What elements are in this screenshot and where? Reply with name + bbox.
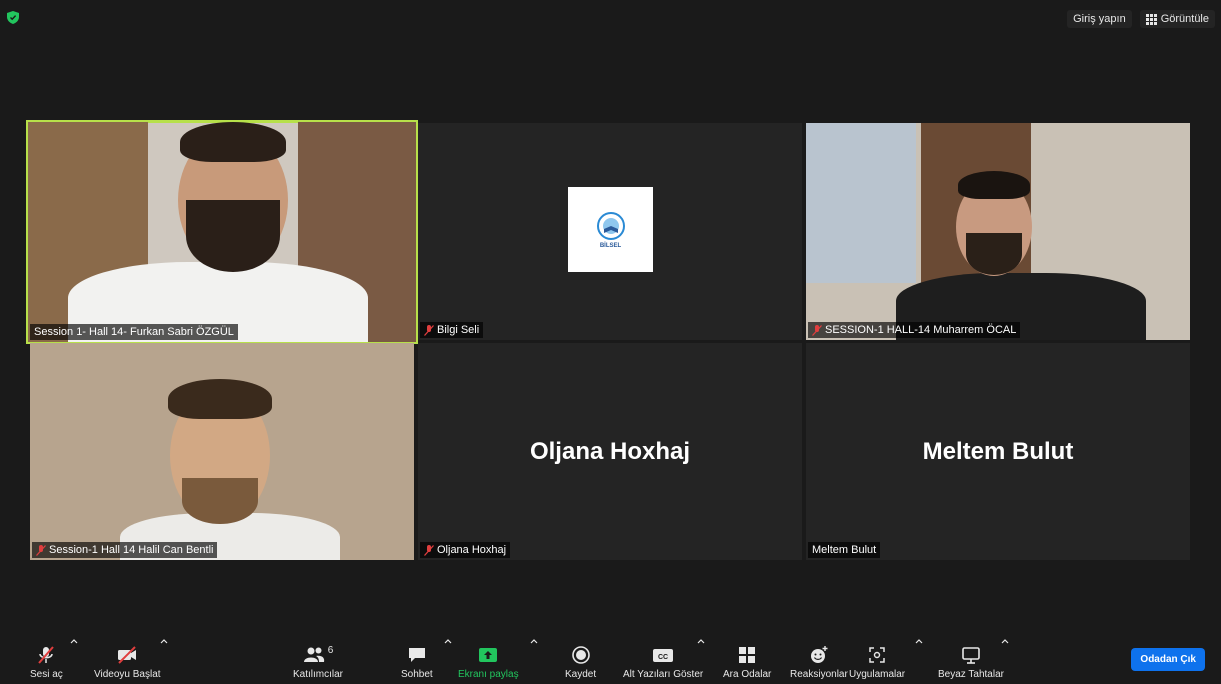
mic-muted-icon <box>424 544 434 556</box>
apps-button[interactable]: Uygulamalar <box>849 645 905 680</box>
mic-muted-icon <box>38 646 55 664</box>
mic-muted-icon <box>36 544 46 556</box>
apps-label: Uygulamalar <box>849 669 906 680</box>
participant-name: Bilgi Seli <box>437 324 480 336</box>
whiteboards-button[interactable]: Beyaz Tahtalar <box>938 645 1004 680</box>
participants-button[interactable]: 6 Katılımcılar <box>293 645 343 680</box>
unmute-button[interactable]: Sesi aç <box>30 645 63 680</box>
apps-options-chevron-icon[interactable] <box>915 638 923 644</box>
participant-name: Session-1 Hall 14 Halil Can Bentli <box>49 544 214 556</box>
participant-name: Oljana Hoxhaj <box>437 544 507 556</box>
signin-button[interactable]: Giriş yapın <box>1067 10 1132 28</box>
share-screen-label: Ekranı paylaş <box>458 669 519 680</box>
leave-meeting-label: Odadan Çık <box>1140 654 1196 665</box>
show-captions-button[interactable]: CC Alt Yazıları Göster <box>623 645 703 680</box>
logo-text: BİLSEL <box>599 242 622 249</box>
participant-display-name: Meltem Bulut <box>922 437 1074 465</box>
participant-name: Meltem Bulut <box>812 544 877 556</box>
signin-label: Giriş yapın <box>1073 13 1126 25</box>
participant-tile-furkan[interactable]: Session 1- Hall 14- Furkan Sabri ÖZGÜL <box>26 120 418 344</box>
meeting-toolbar: Sesi aç Videoyu Başlat 6 Katılımcılar So… <box>0 624 1221 684</box>
captions-options-chevron-icon[interactable] <box>697 638 705 644</box>
apps-icon <box>869 647 885 663</box>
share-screen-button[interactable]: Ekranı paylaş <box>458 645 519 680</box>
svg-text:CC: CC <box>658 654 668 661</box>
participants-count: 6 <box>327 645 334 656</box>
view-button[interactable]: Görüntüle <box>1139 10 1215 28</box>
chat-options-chevron-icon[interactable] <box>444 638 452 644</box>
participant-name-tag: Session 1- Hall 14- Furkan Sabri ÖZGÜL <box>30 324 238 340</box>
smiley-add-icon <box>810 646 828 663</box>
whiteboard-icon <box>962 647 980 664</box>
whiteboard-options-chevron-icon[interactable] <box>1001 638 1009 644</box>
start-video-button[interactable]: Videoyu Başlat <box>94 645 161 680</box>
share-options-chevron-icon[interactable] <box>530 638 538 644</box>
record-button[interactable]: Kaydet <box>565 645 596 680</box>
bilsel-logo: BİLSEL <box>568 187 653 272</box>
participant-name: Session 1- Hall 14- Furkan Sabri ÖZGÜL <box>34 326 234 338</box>
participants-label: Katılımcılar <box>293 669 344 680</box>
chat-label: Sohbet <box>401 669 433 680</box>
participant-tile-meltem[interactable]: Meltem Bulut Meltem Bulut <box>806 343 1190 560</box>
participant-name-tag: Session-1 Hall 14 Halil Can Bentli <box>32 542 218 558</box>
participant-display-name: Oljana Hoxhaj <box>529 437 691 465</box>
mic-muted-icon <box>424 324 434 336</box>
participants-icon <box>303 647 324 662</box>
chat-button[interactable]: Sohbet <box>401 645 433 680</box>
breakout-rooms-label: Ara Odalar <box>723 669 772 680</box>
unmute-label: Sesi aç <box>30 669 63 680</box>
record-icon <box>571 646 590 664</box>
grid-view-icon <box>1145 13 1157 25</box>
participant-tile-oljana[interactable]: Oljana Hoxhaj Oljana Hoxhaj <box>418 343 802 560</box>
mic-muted-icon <box>812 324 822 336</box>
participant-name-tag: SESSION-1 HALL-14 Muharrem ÖCAL <box>808 322 1021 338</box>
participant-tile-bilgi-seli[interactable]: BİLSEL Bilgi Seli <box>418 123 802 340</box>
top-right-controls: Giriş yapın Görüntüle <box>1067 10 1215 28</box>
participant-name: SESSION-1 HALL-14 Muharrem ÖCAL <box>825 324 1017 336</box>
participant-name-tag: Meltem Bulut <box>808 542 881 558</box>
reactions-button[interactable]: Reaksiyonlar <box>790 645 848 680</box>
whiteboards-label: Beyaz Tahtalar <box>938 669 1004 680</box>
participant-name-tag: Oljana Hoxhaj <box>420 542 511 558</box>
globe-book-icon <box>596 211 625 240</box>
participant-name-tag: Bilgi Seli <box>420 322 484 338</box>
encryption-shield-icon[interactable] <box>7 11 19 24</box>
video-options-chevron-icon[interactable] <box>160 638 168 644</box>
start-video-label: Videoyu Başlat <box>94 669 161 680</box>
participant-tile-muharrem[interactable]: SESSION-1 HALL-14 Muharrem ÖCAL <box>806 123 1190 340</box>
participant-tile-halil-can[interactable]: Session-1 Hall 14 Halil Can Bentli <box>30 343 414 560</box>
breakout-rooms-button[interactable]: Ara Odalar <box>723 645 771 680</box>
view-label: Görüntüle <box>1160 13 1209 25</box>
record-label: Kaydet <box>565 669 597 680</box>
show-captions-label: Alt Yazıları Göster <box>623 669 704 680</box>
chat-bubble-icon <box>408 648 425 662</box>
reactions-label: Reaksiyonlar <box>790 669 848 680</box>
audio-options-chevron-icon[interactable] <box>70 638 78 644</box>
breakout-rooms-icon <box>739 647 756 663</box>
closed-captions-icon: CC <box>653 649 674 662</box>
video-off-icon <box>118 646 137 664</box>
leave-meeting-button[interactable]: Odadan Çık <box>1131 648 1205 671</box>
share-screen-icon <box>479 648 498 662</box>
